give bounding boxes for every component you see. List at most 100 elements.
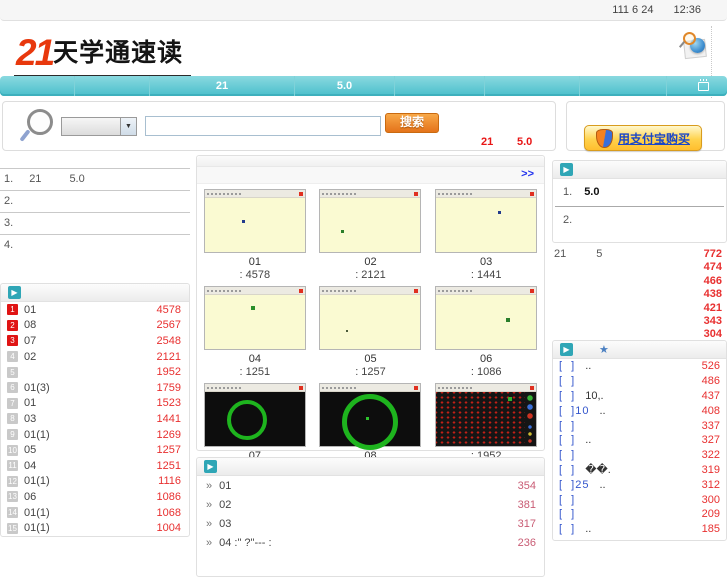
search-input[interactable]: [145, 116, 381, 136]
list-item[interactable]: » 01 354: [197, 476, 544, 495]
gallery-top-bar: [197, 156, 544, 167]
rank-item[interactable]: 15 01(1) 1004: [1, 520, 189, 536]
search-button[interactable]: 搜索: [385, 113, 439, 133]
fav-item[interactable]: [ ]25.. 312: [553, 477, 726, 492]
mini-title-text: [438, 192, 475, 195]
fav-item[interactable]: [ ] ��. 319: [553, 463, 726, 478]
mini-title-text: [322, 192, 359, 195]
rank-label: 08: [24, 319, 37, 332]
info-row-2[interactable]: 2.: [553, 207, 726, 233]
stats-row[interactable]: 421: [552, 302, 727, 315]
fav-item[interactable]: [ ].. 327: [553, 433, 726, 448]
rank-item[interactable]: 12 01(1) 1116: [1, 474, 189, 490]
fav-item[interactable]: [ ] 486: [553, 374, 726, 389]
stats-value: 343: [703, 314, 722, 327]
info-row-1[interactable]: 1. 5.0: [555, 179, 724, 207]
rank-item[interactable]: 4 02 2121: [1, 349, 189, 365]
list-item[interactable]: » 03 317: [197, 514, 544, 533]
thumb-label: 01: [248, 256, 261, 268]
stats-row[interactable]: 21 5 772: [552, 248, 727, 261]
stats-row[interactable]: 466: [552, 275, 727, 288]
mini-title-text: [322, 386, 359, 389]
thumbnail-preview: [319, 286, 422, 350]
screenshot-gallery-panel: >> 01: 4578 02: 2121 03: 1441 04: 1251 0…: [196, 155, 545, 475]
rank-item[interactable]: 2 08 2567: [1, 318, 189, 334]
rank-item[interactable]: 11 04 1251: [1, 458, 189, 474]
rank-badge: 13: [7, 491, 18, 503]
bracket-label: [ ]: [559, 508, 576, 521]
menu-row-2[interactable]: 2.: [0, 191, 190, 213]
rank-badge: 4: [7, 351, 18, 363]
item-label: 02: [219, 498, 232, 511]
keyword-tag-21[interactable]: 21: [481, 136, 493, 148]
list-item[interactable]: » 04 :" ?"--- : 236: [197, 533, 544, 552]
fav-item[interactable]: [ ] 10,. 437: [553, 389, 726, 404]
nav-item-8: [667, 76, 727, 96]
menu-row-4[interactable]: 4.: [0, 235, 190, 261]
close-icon: [298, 385, 303, 390]
rank-item[interactable]: 14 01(1) 1068: [1, 505, 189, 521]
double-chevron-icon: »: [206, 536, 213, 549]
rank-item[interactable]: 10 05 1257: [1, 442, 189, 458]
alipay-buy-button[interactable]: 用支付宝购买: [584, 125, 702, 151]
rank-item[interactable]: 6 01(3) 1759: [1, 380, 189, 396]
rank-count: 1523: [156, 397, 181, 410]
web-search-icon[interactable]: [678, 32, 709, 60]
fav-item[interactable]: [ ]10.. 408: [553, 403, 726, 418]
stats-row[interactable]: 474: [552, 261, 727, 274]
gallery-item[interactable]: 03: 1441: [428, 189, 544, 281]
fav-item[interactable]: [ ].. 526: [553, 359, 726, 374]
mini-window-body: [204, 392, 305, 446]
stats-row[interactable]: 343: [552, 315, 727, 328]
search-category-select[interactable]: ▼: [61, 117, 137, 136]
fav-item[interactable]: [ ] 337: [553, 418, 726, 433]
double-chevron-icon: »: [206, 479, 213, 492]
site-logo[interactable]: 21天学通速读: [14, 32, 192, 77]
left-menu: 1. 21 5.0 2. 3. 4.: [0, 168, 190, 261]
mini-window-body: [204, 295, 305, 349]
top-status-bar: 111 6 24 12:36: [0, 0, 727, 21]
fav-item[interactable]: [ ] 209: [553, 507, 726, 522]
nav-item-2[interactable]: [75, 76, 150, 96]
fav-item[interactable]: [ ] 300: [553, 492, 726, 507]
more-link[interactable]: >>: [521, 168, 534, 180]
row-text2: 5.0: [69, 173, 85, 185]
gallery-item[interactable]: 06: 1086: [428, 286, 544, 378]
magnifier-glass: [27, 109, 53, 135]
home-monitor-icon[interactable]: [698, 79, 709, 91]
menu-row-3[interactable]: 3.: [0, 213, 190, 235]
rank-item[interactable]: 3 07 2548: [1, 333, 189, 349]
mini-titlebar: [320, 190, 421, 198]
rank-item[interactable]: 13 06 1086: [1, 489, 189, 505]
arrow-icon: ▶: [560, 163, 573, 176]
rank-count: 1004: [156, 522, 181, 535]
magnifier-handle: [19, 129, 31, 142]
nav-item-7[interactable]: [580, 76, 667, 96]
fav-item[interactable]: [ ] 322: [553, 448, 726, 463]
rank-label: 02: [24, 350, 37, 363]
gallery-item[interactable]: 01: 4578: [197, 189, 313, 281]
chevron-down-icon[interactable]: ▼: [120, 118, 136, 135]
item-count: 381: [517, 498, 536, 511]
rank-item[interactable]: 7 01 1523: [1, 396, 189, 412]
rank-item[interactable]: 9 01(1) 1269: [1, 427, 189, 443]
list-item[interactable]: » 02 381: [197, 495, 544, 514]
rank-item[interactable]: 8 03 1441: [1, 411, 189, 427]
nav-item-6[interactable]: [485, 76, 580, 96]
gallery-item[interactable]: 04: 1251: [197, 286, 313, 378]
nav-item-1[interactable]: [0, 76, 75, 96]
rank-item[interactable]: 1 01 4578: [1, 302, 189, 318]
rank-item[interactable]: 5 1952: [1, 364, 189, 380]
fav-item[interactable]: [ ].. 185: [553, 522, 726, 537]
nav-item-3[interactable]: 21: [150, 76, 295, 96]
nav-item-5[interactable]: [395, 76, 485, 96]
mini-title-text: [206, 192, 243, 195]
close-icon: [298, 288, 303, 293]
gallery-item[interactable]: 02: 2121: [313, 189, 429, 281]
gallery-item[interactable]: 05: 1257: [313, 286, 429, 378]
menu-row-1[interactable]: 1. 21 5.0: [0, 169, 190, 191]
bracket-label: [ ]: [559, 493, 576, 506]
nav-item-4[interactable]: 5.0: [295, 76, 395, 96]
stats-row[interactable]: 438: [552, 288, 727, 301]
keyword-tag-50[interactable]: 5.0: [517, 136, 532, 148]
